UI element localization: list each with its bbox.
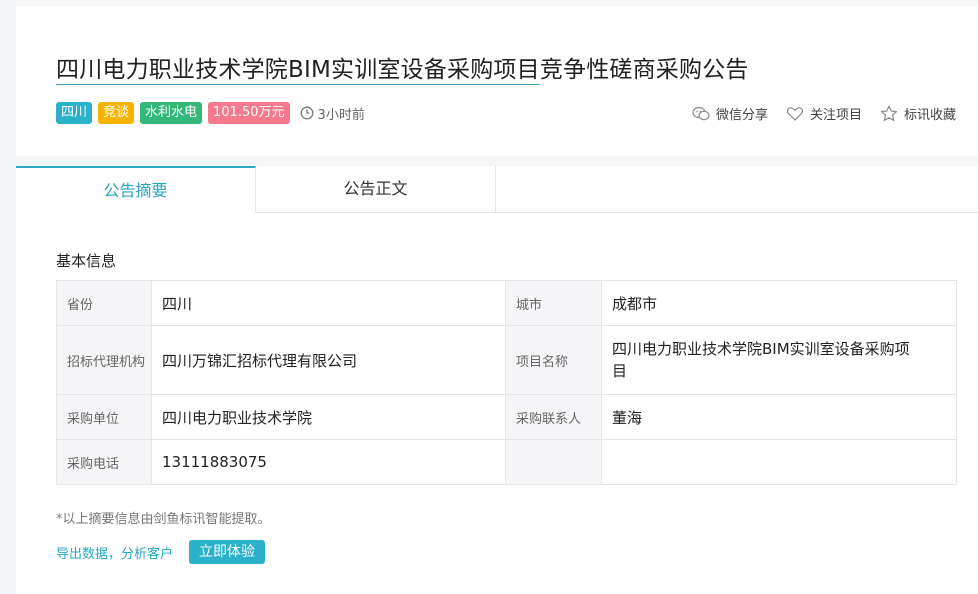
header-card: 四川电力职业技术学院BIM实训室设备采购项目竞争性磋商采购公告 四川 竞谈 水利… (16, 6, 978, 156)
value-empty (601, 439, 957, 485)
value-project-name: 四川电力职业技术学院BIM实训室设备采购项目 (601, 325, 957, 395)
wechat-share-button[interactable]: 微信分享 (692, 104, 768, 123)
value-contact: 董海 (601, 394, 957, 440)
tag-region[interactable]: 四川 (56, 102, 93, 124)
export-data-link[interactable]: 导出数据，分析客户 (56, 543, 173, 562)
label-agency: 招标代理机构 (56, 325, 152, 395)
label-city: 城市 (505, 280, 602, 326)
value-phone: 13111883075 (151, 439, 506, 485)
tag-industry[interactable]: 水利水电 (140, 102, 203, 124)
table-row: 省份 四川 城市 成都市 (56, 280, 957, 326)
table-row: 招标代理机构 四川万锦汇招标代理有限公司 项目名称 四川电力职业技术学院BIM实… (56, 325, 957, 395)
label-province: 省份 (56, 280, 152, 326)
title-suffix: 竞争性磋商采购公告 (539, 57, 749, 83)
cta-row: 导出数据，分析客户 立即体验 (56, 540, 266, 564)
tab-full-text[interactable]: 公告正文 (256, 166, 496, 212)
value-province: 四川 (151, 280, 506, 326)
table-row: 采购电话 13111883075 (56, 439, 957, 485)
value-city: 成都市 (601, 280, 957, 326)
try-now-button[interactable]: 立即体验 (189, 540, 266, 564)
follow-project-button[interactable]: 关注项目 (786, 104, 862, 123)
value-agency: 四川万锦汇招标代理有限公司 (151, 325, 506, 395)
tab-summary[interactable]: 公告摘要 (16, 166, 256, 213)
tag-row: 四川 竞谈 水利水电 101.50万元 3小时前 (56, 102, 365, 124)
tag-budget: 101.50万元 (208, 102, 290, 124)
label-phone: 采购电话 (56, 439, 152, 485)
label-project-name: 项目名称 (505, 325, 602, 395)
collect-bid-label: 标讯收藏 (903, 108, 956, 123)
time-text: 3小时前 (317, 107, 365, 123)
collect-bid-button[interactable]: 标讯收藏 (880, 104, 956, 123)
table-row: 采购单位 四川电力职业技术学院 采购联系人 董海 (56, 394, 957, 440)
tab-bar: 公告摘要 公告正文 (16, 166, 978, 213)
value-purchaser: 四川电力职业技术学院 (151, 394, 506, 440)
page-title: 四川电力职业技术学院BIM实训室设备采购项目竞争性磋商采购公告 (56, 50, 749, 85)
heart-icon (786, 106, 803, 121)
tag-type[interactable]: 竞谈 (98, 102, 135, 124)
header-actions: 微信分享 关注项目 标讯收藏 (674, 104, 956, 123)
section-title: 基本信息 (56, 252, 117, 270)
label-empty (505, 439, 602, 485)
clock-icon (300, 106, 313, 120)
wechat-icon (692, 106, 710, 120)
star-icon (880, 105, 898, 121)
follow-project-label: 关注项目 (809, 108, 862, 123)
wechat-share-label: 微信分享 (715, 108, 768, 123)
info-table: 省份 四川 城市 成都市 招标代理机构 四川万锦汇招标代理有限公司 项目名称 四… (56, 280, 957, 485)
label-contact: 采购联系人 (505, 394, 602, 440)
extraction-note: *以上摘要信息由剑鱼标讯智能提取。 (56, 512, 271, 527)
content-card: 公告摘要 公告正文 基本信息 省份 四川 城市 成都市 招标代理机构 四川万锦汇… (16, 166, 978, 594)
publish-time: 3小时前 (300, 104, 365, 123)
label-purchaser: 采购单位 (56, 394, 152, 440)
title-link[interactable]: 四川电力职业技术学院BIM实训室设备采购项目 (56, 57, 540, 85)
